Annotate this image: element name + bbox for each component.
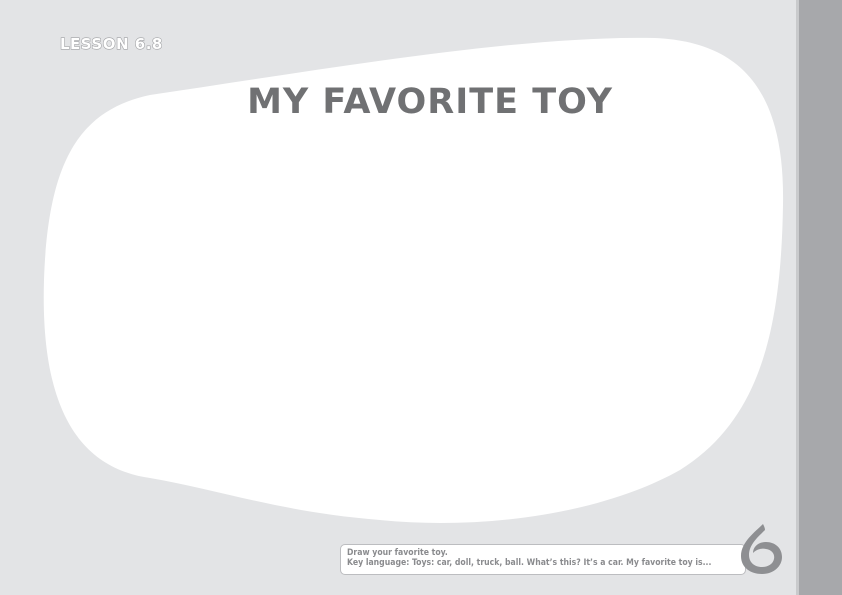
swirl-6-logo-icon bbox=[741, 524, 782, 574]
page-title: MY FAVORITE TOY bbox=[247, 82, 613, 122]
instructions-box: Draw your favorite toy. Key language: To… bbox=[340, 544, 746, 575]
instruction-line: Draw your favorite toy. bbox=[347, 548, 448, 558]
key-language-line: Key language: Toys: car, doll, truck, ba… bbox=[347, 558, 712, 568]
lesson-label: LESSON 6.8 bbox=[59, 34, 163, 53]
